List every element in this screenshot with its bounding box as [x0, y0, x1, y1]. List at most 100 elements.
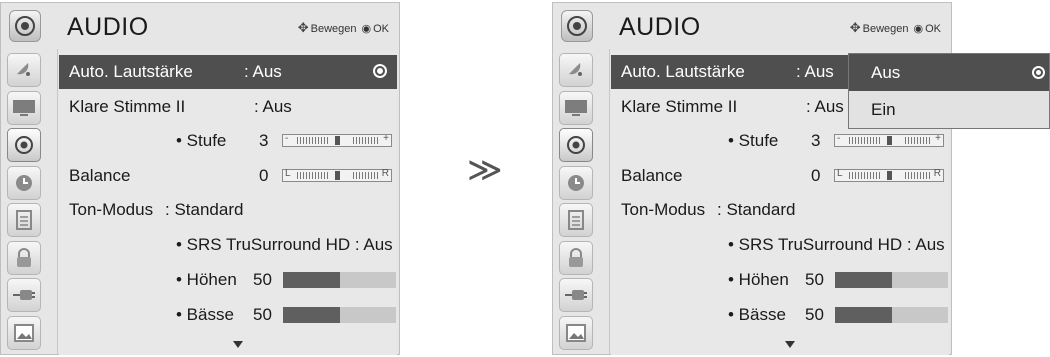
move-arrows-icon: ✥	[849, 20, 861, 35]
nav-move-label: Bewegen	[310, 23, 357, 35]
slider-ticks	[353, 137, 379, 144]
slider-knob[interactable]	[335, 136, 340, 145]
row-srs[interactable]: • SRS TruSurround HD : Aus	[611, 228, 949, 262]
slider-max-label: +	[935, 133, 941, 144]
treble-bar[interactable]	[835, 272, 948, 288]
slider-knob[interactable]	[887, 171, 892, 180]
bass-bar[interactable]	[283, 307, 396, 323]
speaker-icon	[561, 10, 593, 42]
row-label: • Höhen	[176, 270, 237, 289]
nav-ok-label: OK	[373, 23, 389, 35]
sidebar-clock-icon[interactable]	[559, 165, 593, 200]
audio-menu-left: AUDIO ✥ Bewegen ◉ OK Auto. Lautstärke: …	[0, 2, 400, 355]
row-label: • Stufe	[728, 131, 779, 150]
menu-title: AUDIO	[619, 13, 701, 41]
slider-ticks	[849, 172, 881, 179]
row-sound-mode[interactable]: Ton-Modus : Standard	[59, 193, 397, 227]
sidebar-lock-icon[interactable]	[559, 240, 593, 275]
ok-button-icon: ◉	[361, 23, 372, 35]
balance-slider[interactable]: L R	[834, 168, 944, 182]
slider-min-label: L	[837, 168, 843, 179]
slider-min-label: L	[285, 168, 291, 179]
level-slider[interactable]: - +	[834, 133, 944, 147]
sidebar-clock-icon[interactable]	[7, 165, 41, 200]
slider-ticks	[849, 137, 881, 144]
sidebar-lock-icon[interactable]	[7, 240, 41, 275]
row-level[interactable]: • Stufe 3 - +	[611, 124, 949, 158]
move-arrows-icon: ✥	[297, 20, 309, 35]
scroll-down-icon[interactable]	[233, 341, 243, 348]
row-srs[interactable]: • SRS TruSurround HD : Aus	[59, 228, 397, 262]
sidebar-tv-screen-icon[interactable]	[559, 90, 593, 125]
sidebar-input-plug-icon[interactable]	[7, 278, 41, 312]
speaker-icon	[9, 10, 41, 42]
dropdown-option-aus[interactable]: Aus	[849, 54, 1049, 91]
slider-knob[interactable]	[887, 136, 892, 145]
sidebar-input-plug-icon[interactable]	[559, 278, 593, 312]
sidebar-photo-icon[interactable]	[7, 315, 41, 350]
row-value: : Aus	[796, 62, 834, 81]
row-balance[interactable]: Balance 0 L R	[59, 159, 397, 193]
treble-bar[interactable]	[283, 272, 396, 288]
row-value: : Aus	[254, 97, 292, 116]
sidebar-channel-list-icon[interactable]	[559, 203, 593, 237]
row-label: • Stufe	[176, 131, 227, 150]
divider	[609, 49, 610, 354]
row-label: Ton-Modus	[621, 200, 706, 219]
transition-arrow-icon: ≫	[467, 150, 503, 190]
row-label: • SRS TruSurround HD : Aus	[728, 235, 945, 254]
row-clear-voice[interactable]: Klare Stimme II : Aus	[59, 90, 397, 124]
row-value: : Aus	[806, 97, 844, 116]
row-label: • Bässe	[728, 305, 786, 324]
row-auto-volume[interactable]: Auto. Lautstärke : Aus	[59, 55, 397, 89]
slider-ticks	[297, 172, 329, 179]
level-slider[interactable]: - +	[282, 133, 392, 147]
row-label: Auto. Lautstärke	[621, 62, 745, 81]
row-bass[interactable]: • Bässe 50	[611, 298, 949, 332]
sidebar-channel-list-icon[interactable]	[7, 203, 41, 237]
nav-hint: ✥ Bewegen ◉ OK	[850, 20, 941, 36]
slider-max-label: +	[383, 133, 389, 144]
sidebar-satellite-icon[interactable]	[7, 53, 41, 87]
row-level[interactable]: • Stufe 3 - +	[59, 124, 397, 158]
row-value: 0	[811, 166, 821, 185]
row-balance[interactable]: Balance 0 L R	[611, 159, 949, 193]
bar-fill	[283, 272, 340, 288]
ok-button-icon: ◉	[913, 23, 924, 35]
nav-move-label: Bewegen	[862, 23, 909, 35]
row-label: Balance	[69, 166, 131, 185]
slider-knob[interactable]	[335, 171, 340, 180]
row-value: 50	[253, 270, 272, 289]
menu-header: AUDIO ✥ Bewegen ◉ OK	[553, 3, 951, 49]
row-label: • SRS TruSurround HD : Aus	[176, 235, 393, 254]
slider-ticks	[297, 137, 329, 144]
row-value: 3	[811, 131, 821, 150]
row-value: 0	[259, 166, 269, 185]
sidebar-speaker-icon[interactable]	[559, 128, 593, 162]
auto-volume-dropdown: Aus Ein	[848, 53, 1050, 129]
bass-bar[interactable]	[835, 307, 948, 323]
row-label: • Bässe	[176, 305, 234, 324]
row-bass[interactable]: • Bässe 50	[59, 298, 397, 332]
row-label: Klare Stimme II	[621, 97, 738, 116]
balance-slider[interactable]: L R	[282, 168, 392, 182]
sidebar-photo-icon[interactable]	[559, 315, 593, 350]
option-label: Ein	[871, 100, 896, 119]
sidebar-satellite-icon[interactable]	[559, 53, 593, 87]
sidebar-tv-screen-icon[interactable]	[7, 90, 41, 125]
nav-hint: ✥ Bewegen ◉ OK	[298, 20, 389, 36]
slider-ticks	[905, 137, 931, 144]
option-label: Aus	[871, 63, 901, 82]
row-treble[interactable]: • Höhen 50	[59, 263, 397, 297]
sidebar-speaker-icon[interactable]	[7, 128, 41, 162]
row-sound-mode[interactable]: Ton-Modus : Standard	[611, 193, 949, 227]
scroll-down-icon[interactable]	[785, 341, 795, 348]
selected-radio-icon	[373, 64, 387, 78]
row-treble[interactable]: • Höhen 50	[611, 263, 949, 297]
row-label: • Höhen	[728, 270, 789, 289]
row-label: Auto. Lautstärke	[69, 62, 193, 81]
dropdown-option-ein[interactable]: Ein	[849, 91, 1049, 128]
bar-fill	[283, 307, 340, 323]
row-label: Balance	[621, 166, 683, 185]
row-value: : Standard	[717, 200, 796, 219]
